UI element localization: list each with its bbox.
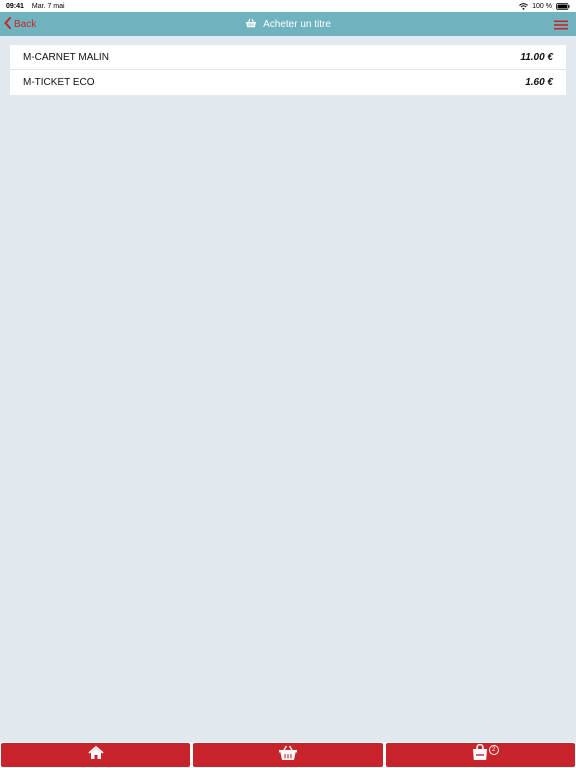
page-title: Acheter un titre bbox=[263, 18, 331, 30]
basket-button[interactable] bbox=[193, 743, 383, 767]
product-price: 1.60 € bbox=[525, 77, 553, 88]
product-price: 11.00 € bbox=[520, 51, 553, 63]
chevron-left-icon bbox=[4, 16, 11, 32]
battery-icon bbox=[556, 2, 570, 10]
home-icon bbox=[88, 745, 104, 765]
bottom-tab-bar: 2 bbox=[0, 742, 576, 768]
back-label: Back bbox=[14, 18, 37, 30]
navigation-bar: Back Acheter un titre bbox=[0, 12, 576, 36]
battery-percent: 100 % bbox=[532, 2, 552, 10]
basket-icon bbox=[278, 745, 298, 766]
cart-button[interactable]: 2 bbox=[385, 743, 575, 767]
back-button[interactable]: Back bbox=[4, 12, 36, 36]
hamburger-icon bbox=[554, 18, 568, 35]
status-bar: 09:41 Mar. 7 mai 100 % bbox=[0, 0, 576, 12]
cart-count-badge: 2 bbox=[488, 745, 499, 755]
status-right: 100 % bbox=[519, 3, 570, 10]
status-date: Mar. 7 mai bbox=[31, 2, 65, 10]
product-name: M-CARNET MALIN bbox=[23, 51, 109, 63]
product-list: M-CARNET MALIN 11.00 € M-TICKET ECO 1.60… bbox=[10, 45, 566, 95]
status-time: 09:41 bbox=[6, 2, 24, 10]
product-name: M-TICKET ECO bbox=[23, 77, 95, 88]
menu-button[interactable] bbox=[554, 18, 568, 30]
wifi-icon bbox=[519, 2, 529, 10]
list-item[interactable]: M-TICKET ECO 1.60 € bbox=[10, 70, 566, 95]
home-button[interactable] bbox=[1, 743, 191, 767]
nav-title-group: Acheter un titre bbox=[0, 12, 576, 36]
basket-icon bbox=[245, 18, 257, 31]
shopping-bag-icon bbox=[471, 743, 489, 766]
list-item[interactable]: M-CARNET MALIN 11.00 € bbox=[10, 45, 566, 70]
